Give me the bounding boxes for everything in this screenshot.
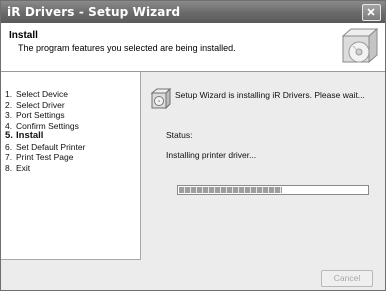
step-number: 3. [5,110,13,120]
step-label: Confirm Settings [16,120,79,131]
step-item: 1. Select Device [5,89,85,100]
step-label: Select Driver [16,99,65,110]
cd-install-icon [341,27,379,64]
install-progress-bar [177,185,369,195]
step-item: 8. Exit [5,163,85,174]
install-message: Setup Wizard is installing iR Drivers. P… [175,90,365,100]
step-item: 6. Set Default Printer [5,142,85,153]
step-list-panel: 1. Select Device 2. Select Driver 3. Port Set… [1,72,141,260]
wizard-header: Install The program features you selecte… [1,23,385,72]
step-number: 1. [5,89,13,99]
step-label: Install [16,130,44,141]
title-bar: iR Drivers - Setup Wizard [1,1,385,23]
page-title: Install [9,30,38,41]
wizard-footer: Cancel [1,260,385,290]
page-subtitle: The program features you selected are be… [18,43,236,53]
step-number: 5. [5,130,13,141]
cancel-button[interactable]: Cancel [321,270,373,287]
install-content: Setup Wizard is installing iR Drivers. P… [141,72,385,260]
step-label: Print Test Page [16,152,74,162]
step-item: 5. Install [5,130,85,142]
step-number: 2. [5,99,13,110]
step-number: 8. [5,162,13,173]
step-label: Exit [16,162,31,173]
step-item: 7. Print Test Page [5,152,85,163]
step-label: Set Default Printer [16,141,86,152]
status-label: Status: [166,130,193,140]
step-list: 1. Select Device 2. Select Driver 3. Port Set… [5,89,85,173]
installer-icon [150,87,172,110]
step-label: Select Device [16,89,68,99]
window-title: iR Drivers - Setup Wizard [7,5,181,19]
step-number: 7. [5,152,13,162]
step-item: 2. Select Driver [5,100,85,111]
close-icon [367,8,375,16]
step-label: Port Settings [16,110,65,120]
close-button[interactable] [362,4,381,21]
step-item: 3. Port Settings [5,110,85,121]
status-text: Installing printer driver... [166,150,257,160]
setup-wizard-window: iR Drivers - Setup Wizard Install The pr… [0,0,386,291]
step-number: 6. [5,141,13,152]
progress-fill [179,187,283,193]
